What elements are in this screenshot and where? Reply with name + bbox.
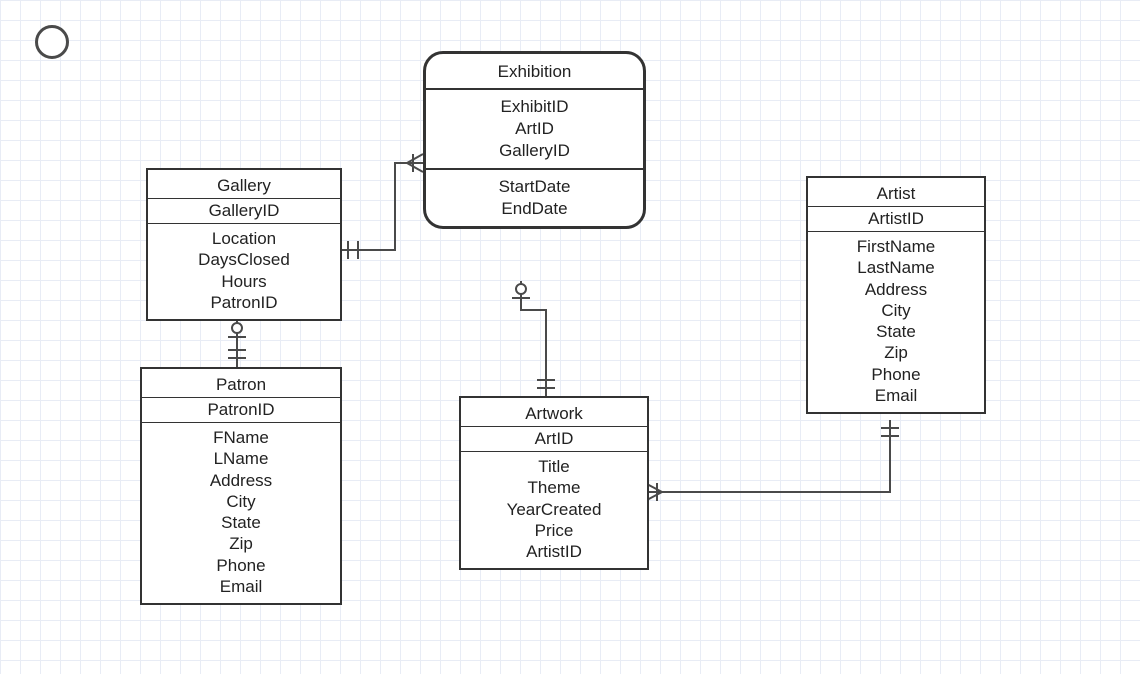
attr: Address	[146, 470, 336, 491]
entity-patron[interactable]: Patron PatronID FName LName Address City…	[140, 367, 342, 605]
entity-pk: GalleryID	[148, 198, 340, 224]
entity-attrs: FirstName LastName Address City State Zi…	[808, 232, 984, 412]
entity-pks: ExhibitID ArtID GalleryID	[426, 90, 643, 168]
attr: Phone	[146, 555, 336, 576]
attr: ArtistID	[465, 541, 643, 562]
diagram-canvas: Gallery GalleryID Location DaysClosed Ho…	[0, 0, 1140, 674]
attr: DaysClosed	[152, 249, 336, 270]
entity-artist[interactable]: Artist ArtistID FirstName LastName Addre…	[806, 176, 986, 414]
entity-attrs: Title Theme YearCreated Price ArtistID	[461, 452, 647, 568]
entity-attrs: FName LName Address City State Zip Phone…	[142, 423, 340, 603]
attr: Zip	[146, 533, 336, 554]
attr: Theme	[465, 477, 643, 498]
pk: GalleryID	[430, 140, 639, 162]
attr: Email	[812, 385, 980, 406]
radio-option[interactable]	[35, 25, 69, 59]
entity-attrs: StartDate EndDate	[426, 170, 643, 226]
attr: LName	[146, 448, 336, 469]
attr: Zip	[812, 342, 980, 363]
entity-artwork[interactable]: Artwork ArtID Title Theme YearCreated Pr…	[459, 396, 649, 570]
attr: Phone	[812, 364, 980, 385]
attr: PatronID	[152, 292, 336, 313]
entity-title: Exhibition	[426, 54, 643, 90]
attr: YearCreated	[465, 499, 643, 520]
entity-pk: PatronID	[142, 397, 340, 423]
entity-title: Artwork	[461, 398, 647, 426]
attr: City	[146, 491, 336, 512]
attr: LastName	[812, 257, 980, 278]
attr: State	[146, 512, 336, 533]
attr: Price	[465, 520, 643, 541]
entity-attrs: Location DaysClosed Hours PatronID	[148, 224, 340, 319]
attr: FName	[146, 427, 336, 448]
entity-pk: ArtistID	[808, 206, 984, 232]
attr: StartDate	[430, 176, 639, 198]
pk: ExhibitID	[430, 96, 639, 118]
entity-title: Patron	[142, 369, 340, 397]
entity-exhibition[interactable]: Exhibition ExhibitID ArtID GalleryID Sta…	[423, 51, 646, 229]
entity-gallery[interactable]: Gallery GalleryID Location DaysClosed Ho…	[146, 168, 342, 321]
attr: State	[812, 321, 980, 342]
entity-title: Gallery	[148, 170, 340, 198]
attr: Title	[465, 456, 643, 477]
attr: Location	[152, 228, 336, 249]
pk: ArtID	[430, 118, 639, 140]
attr: Email	[146, 576, 336, 597]
attr: City	[812, 300, 980, 321]
entity-title: Artist	[808, 178, 984, 206]
entity-pk: ArtID	[461, 426, 647, 452]
attr: EndDate	[430, 198, 639, 220]
attr: Hours	[152, 271, 336, 292]
attr: FirstName	[812, 236, 980, 257]
attr: Address	[812, 279, 980, 300]
